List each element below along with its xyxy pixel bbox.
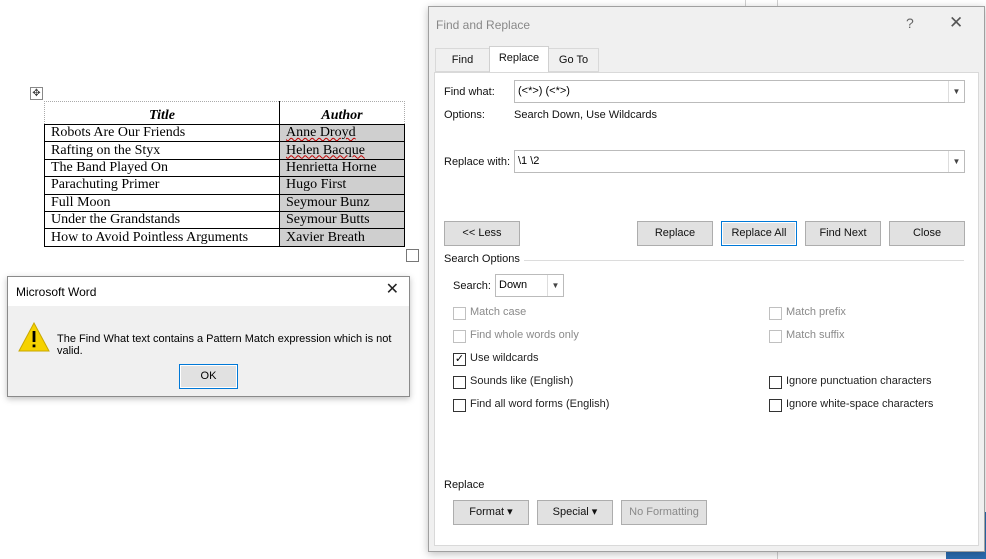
sounds-like-checkbox[interactable]: Sounds like (English) (453, 375, 653, 391)
tab-go-to-label: Go To (558, 54, 589, 66)
search-direction-value: Down (499, 279, 528, 291)
table-row[interactable]: Under the Grandstands Seymour Butts (44, 210, 405, 230)
table-row[interactable]: Robots Are Our Friends Anne Droyd (44, 123, 405, 143)
table-cell-author[interactable]: Seymour Bunz (279, 193, 405, 212)
match-case-checkbox[interactable]: Match case (453, 306, 653, 322)
table-row[interactable]: Rafting on the Styx Helen Bacque (44, 141, 405, 160)
tab-replace[interactable]: Replace (489, 46, 549, 72)
table-resize-handle[interactable] (406, 249, 419, 262)
less-button[interactable]: << Less (444, 221, 520, 246)
checkbox-label: Match prefix (786, 306, 846, 318)
find-all-word-forms-checkbox[interactable]: Find all word forms (English) (453, 398, 653, 414)
checkbox-box (769, 376, 782, 389)
find-replace-dialog: Find and Replace ? ✕ Find Go To Replace … (428, 6, 985, 552)
table-cell-author[interactable]: Helen Bacque (279, 141, 405, 160)
table-cell-author[interactable]: Hugo First (279, 176, 405, 195)
tab-find[interactable]: Find (435, 48, 490, 72)
checkbox-label: Find all word forms (English) (470, 398, 610, 410)
replace-section-heading: Replace (444, 479, 485, 491)
checkbox-label: Use wildcards (470, 352, 539, 364)
chevron-down-icon[interactable]: ▼ (948, 151, 964, 172)
search-direction-select[interactable]: Down ▼ (495, 274, 564, 297)
checkbox-box (453, 399, 466, 412)
separator (524, 260, 964, 261)
table-cell-title[interactable]: Under the Grandstands (44, 210, 280, 230)
use-wildcards-checkbox[interactable]: ✓ Use wildcards (453, 352, 653, 368)
format-button[interactable]: Format ▾ (453, 500, 529, 525)
table-cell-title[interactable]: Rafting on the Styx (44, 141, 280, 160)
chevron-down-icon[interactable]: ▼ (547, 275, 563, 296)
replace-with-value: \1 \2 (518, 155, 540, 167)
options-value: Search Down, Use Wildcards (514, 109, 658, 121)
table-cell-title[interactable]: Parachuting Primer (44, 176, 280, 195)
tab-find-label: Find (451, 54, 474, 66)
checkbox-label: Ignore punctuation characters (786, 375, 932, 387)
match-prefix-checkbox[interactable]: Match prefix (769, 306, 969, 322)
error-message: The Find What text contains a Pattern Ma… (57, 333, 392, 357)
checkbox-box (453, 330, 466, 343)
no-formatting-button[interactable]: No Formatting (621, 500, 707, 525)
checkbox-box (769, 399, 782, 412)
special-button[interactable]: Special ▾ (537, 500, 613, 525)
checkmark-icon: ✓ (453, 353, 466, 366)
table-row[interactable]: Full Moon Seymour Bunz (44, 193, 405, 212)
table-cell-title[interactable]: Robots Are Our Friends (44, 123, 280, 143)
ignore-punctuation-checkbox[interactable]: Ignore punctuation characters (769, 375, 969, 391)
find-what-value: (<*>) (<*>) (518, 85, 570, 97)
checkbox-label: Find whole words only (470, 329, 579, 341)
chevron-down-icon[interactable]: ▼ (948, 81, 964, 102)
close-icon[interactable]: ✕ (949, 14, 963, 31)
close-button[interactable]: Close (889, 221, 965, 246)
options-label: Options: (444, 109, 485, 121)
document-table: Title Author Robots Are Our Friends Anne… (44, 101, 405, 247)
error-dialog-title: Microsoft Word (16, 285, 97, 299)
table-cell-author[interactable]: Seymour Butts (279, 210, 405, 230)
find-replace-title: Find and Replace (436, 18, 531, 32)
error-dialog-close-icon[interactable]: ✕ (386, 282, 399, 298)
checkbox-box (453, 376, 466, 389)
find-what-input[interactable]: (<*>) (<*>) ▼ (514, 80, 965, 103)
search-direction-label: Search: (453, 280, 491, 292)
checkbox-label: Sounds like (English) (470, 375, 574, 387)
error-dialog-titlebar: Microsoft Word ✕ (8, 277, 409, 306)
table-cell-title[interactable]: How to Avoid Pointless Arguments (44, 228, 280, 247)
find-replace-titlebar: Find and Replace ? ✕ (429, 7, 984, 41)
replace-button[interactable]: Replace (637, 221, 713, 246)
table-cell-author[interactable]: Anne Droyd (279, 123, 405, 143)
table-header-author: Author (279, 101, 405, 125)
replace-with-label: Replace with: (444, 156, 511, 168)
checkbox-label: Ignore white-space characters (786, 398, 934, 410)
match-suffix-checkbox[interactable]: Match suffix (769, 329, 969, 345)
checkbox-label: Match case (470, 306, 527, 318)
table-row[interactable]: Parachuting Primer Hugo First (44, 176, 405, 195)
find-whole-words-checkbox[interactable]: Find whole words only (453, 329, 653, 345)
table-header-title: Title (44, 101, 280, 125)
ok-button[interactable]: OK (179, 364, 238, 389)
replace-with-input[interactable]: \1 \2 ▼ (514, 150, 965, 173)
table-cell-title[interactable]: The Band Played On (44, 158, 280, 178)
table-cell-author[interactable]: Xavier Breath (279, 228, 405, 247)
table-row[interactable]: How to Avoid Pointless Arguments Xavier … (44, 228, 405, 247)
checkbox-box (453, 307, 466, 320)
search-options-heading: Search Options (444, 253, 520, 265)
ignore-white-space-checkbox[interactable]: Ignore white-space characters (769, 398, 969, 414)
checkbox-box (769, 330, 782, 343)
checkbox-label: Match suffix (786, 329, 845, 341)
table-cell-author[interactable]: Henrietta Horne (279, 158, 405, 178)
checkbox-box (769, 307, 782, 320)
table-cell-author-text: Helen Bacque (286, 142, 365, 158)
table-move-handle-icon[interactable]: ✥ (30, 87, 43, 100)
find-next-button[interactable]: Find Next (805, 221, 881, 246)
tab-go-to[interactable]: Go To (548, 48, 599, 72)
replace-all-button[interactable]: Replace All (721, 221, 797, 246)
help-icon[interactable]: ? (906, 15, 914, 31)
table-cell-title[interactable]: Full Moon (44, 193, 280, 212)
table-row[interactable]: The Band Played On Henrietta Horne (44, 158, 405, 178)
tab-replace-label: Replace (498, 52, 540, 64)
error-dialog: Microsoft Word ✕ The Find What text cont… (7, 276, 410, 397)
find-what-label: Find what: (444, 86, 495, 98)
table-cell-author-text: Anne Droyd (286, 125, 356, 141)
warning-icon (18, 322, 50, 352)
